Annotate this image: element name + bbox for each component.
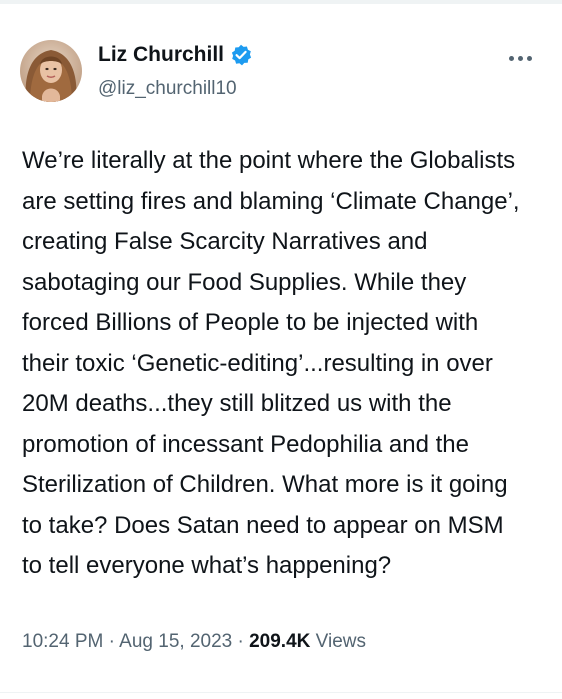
tweet-time[interactable]: 10:24 PM: [22, 631, 103, 652]
meta-separator: ·: [108, 631, 115, 652]
author-display-name[interactable]: Liz Churchill: [98, 42, 224, 68]
avatar[interactable]: [20, 40, 82, 102]
author-name-row: Liz Churchill: [98, 42, 252, 68]
profile-photo-icon: [20, 40, 82, 102]
author-handle[interactable]: @liz_churchill10: [98, 77, 237, 101]
meta-separator: ·: [237, 631, 244, 652]
tweet-meta: 10:24 PM · Aug 15, 2023 · 209.4K Views: [22, 628, 366, 656]
tweet-date[interactable]: Aug 15, 2023: [119, 631, 232, 652]
tweet-card: Liz Churchill @liz_churchill10 We’re lit…: [0, 0, 562, 699]
more-dot: [526, 55, 532, 61]
bottom-divider: [0, 692, 562, 693]
more-options-icon[interactable]: [500, 46, 540, 70]
verified-badge-icon[interactable]: [230, 44, 252, 66]
views-label: Views: [315, 631, 367, 652]
tweet-text: We’re literally at the point where the G…: [22, 147, 520, 579]
views-count[interactable]: 209.4K: [249, 631, 310, 652]
more-dot: [508, 55, 514, 61]
more-dot: [517, 55, 523, 61]
